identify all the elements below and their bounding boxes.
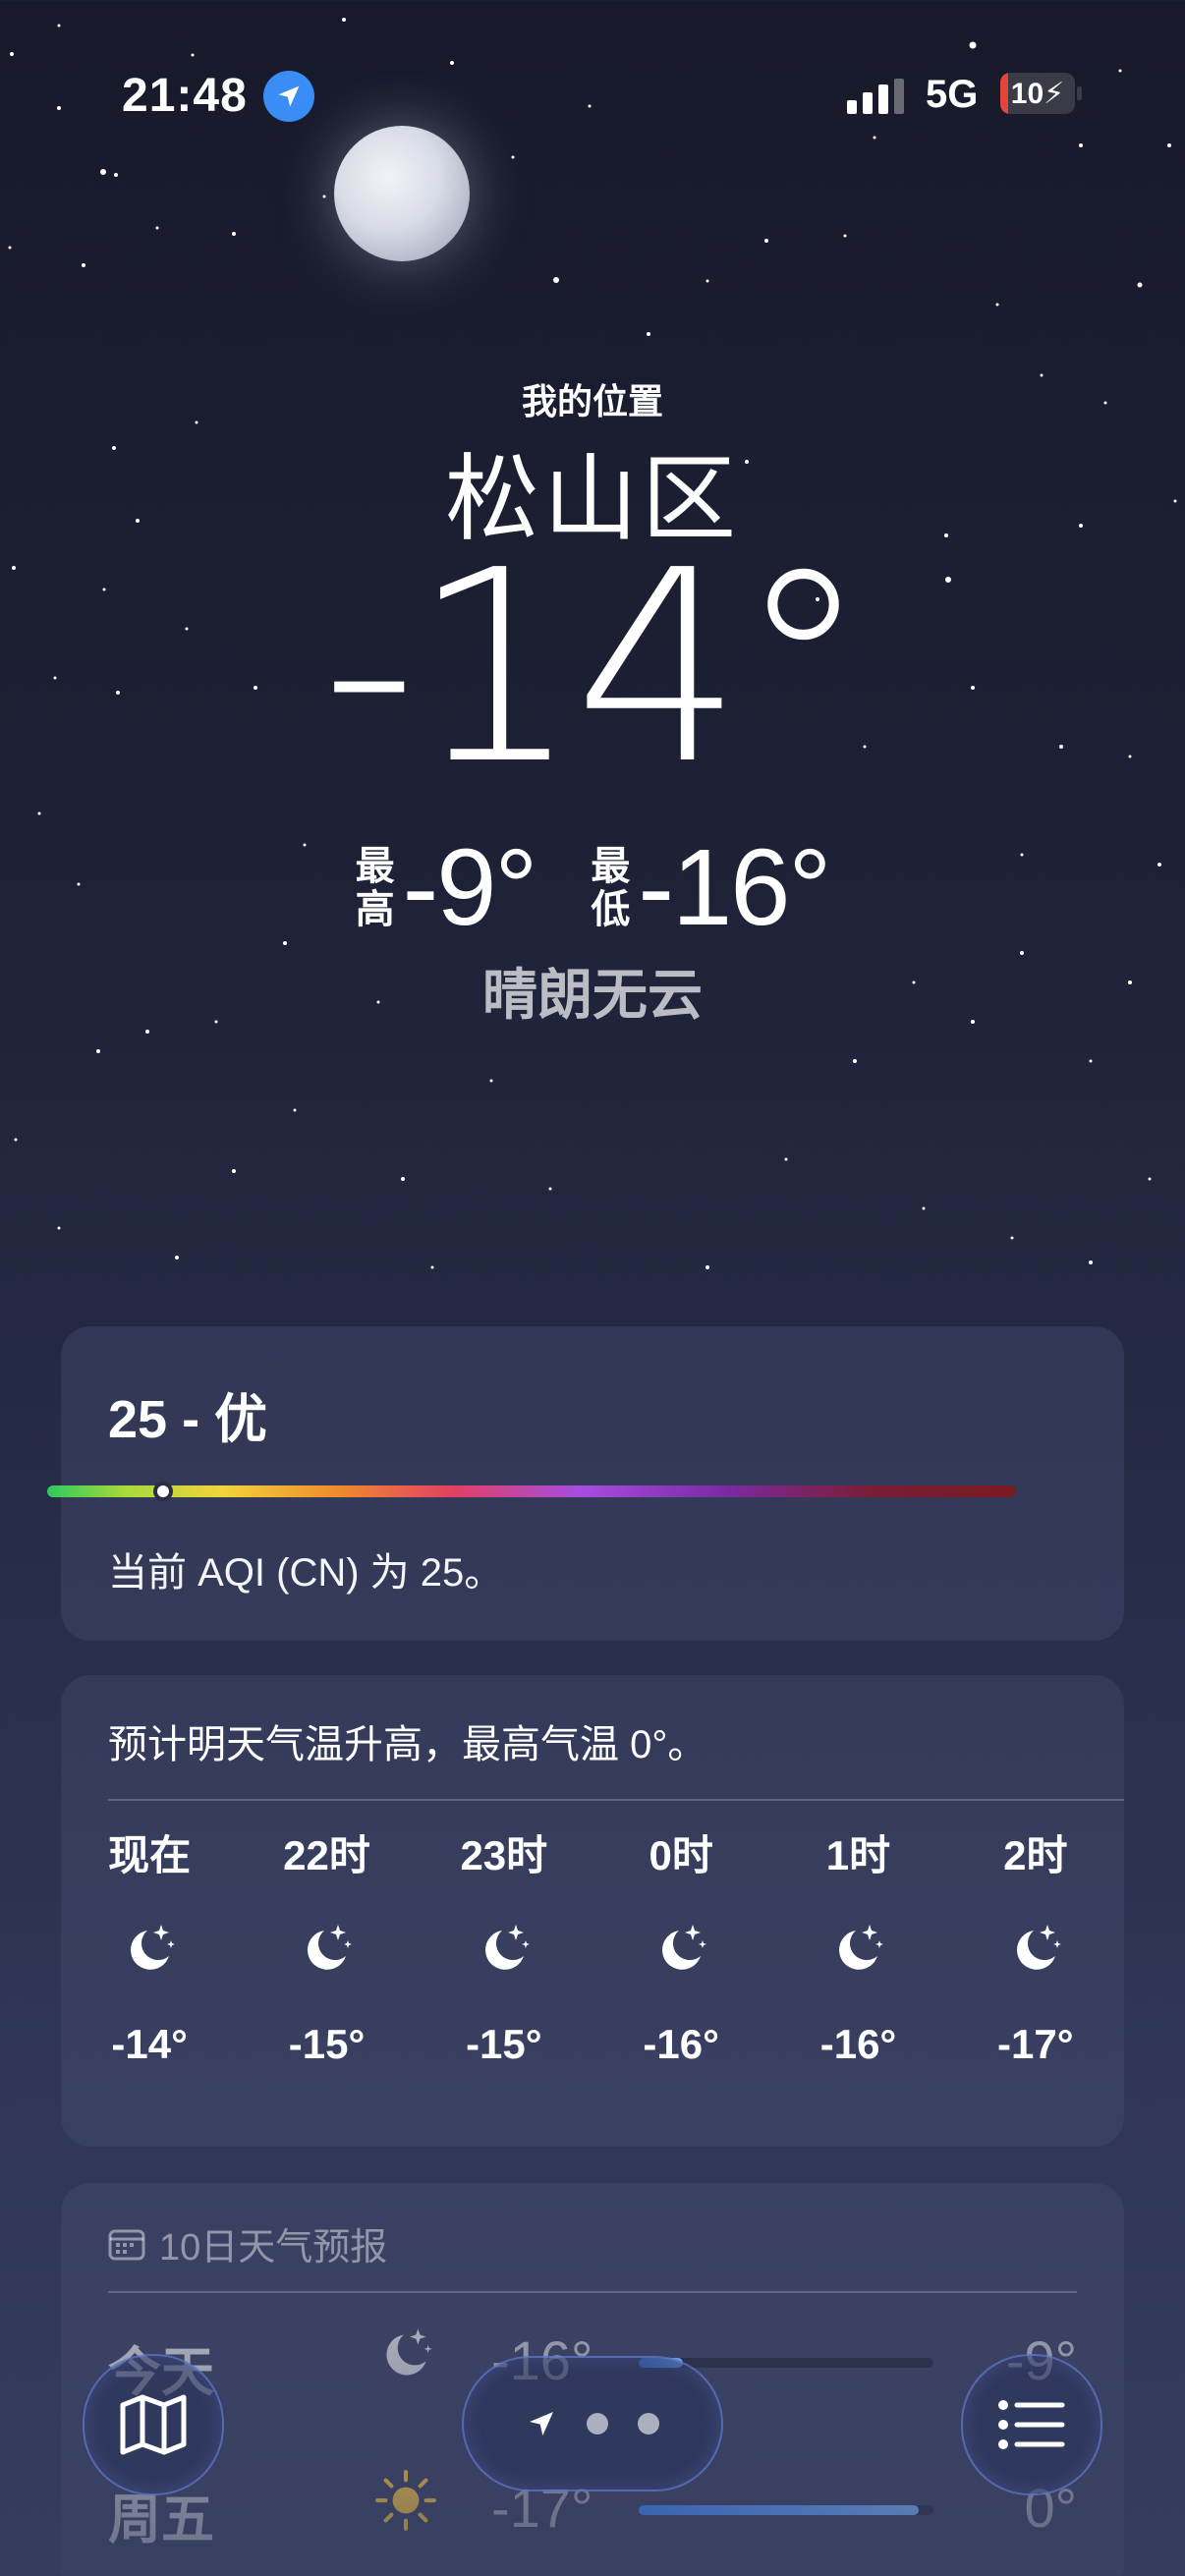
high-low: 最高 -9° 最低 -16° [0,825,1185,950]
aqi-scale-bar [47,1485,1016,1497]
high-value: -9° [402,827,538,948]
aqi-value: 25 - 优 [108,1390,268,1449]
current-temperature: -14° [321,513,870,822]
map-icon [120,2394,187,2455]
status-time: 21:48 [122,70,248,122]
battery-icon: 10⚡ [1000,73,1075,114]
divider [108,2291,1077,2293]
forecast-note: 预计明天气温升高，最高气温 0°。 [108,1723,707,1766]
moon-stars-icon [1004,1909,1067,1988]
hour-item: 0时 -16° [592,1822,769,2068]
status-bar: 21:48 5G 10⚡ [0,0,1185,196]
moon-image [334,126,470,261]
page-dot[interactable] [587,2413,608,2435]
hour-time: 0时 [649,1832,713,1878]
moon-stars-icon [473,1909,536,1988]
calendar-icon [108,2229,145,2260]
signal-icon [847,79,904,114]
map-button[interactable] [83,2354,224,2495]
hour-time: 23时 [460,1832,548,1878]
ten-day-header: 10日天气预报 [108,2216,387,2270]
ten-day-title: 10日天气预报 [159,2227,388,2268]
location-arrow-icon [263,71,314,122]
hour-temperature: -14° [111,2021,188,2067]
hour-time: 22时 [283,1832,370,1878]
hour-temperature: -16° [643,2021,719,2067]
page-dot[interactable] [638,2413,659,2435]
low-label: 最低 [591,844,631,931]
hourly-list[interactable]: 现在 -14° 22时 -15° 23时 -15° 0时 -16° 1时 -16° 2时 -17° [61,1822,1124,2068]
low-temperature: 最低 -16° [591,825,831,950]
hour-item: 2时 -17° [947,1822,1124,2068]
aqi-indicator [153,1482,173,1501]
high-label: 最高 [355,844,395,931]
weather-condition: 晴朗无云 [482,964,703,1026]
page-indicator[interactable] [462,2356,723,2492]
moon-stars-icon [649,1909,712,1988]
air-quality-card[interactable]: 25 - 优 当前 AQI (CN) 为 25。 [61,1326,1124,1641]
hour-item: 1时 -16° [769,1822,946,2068]
hour-temperature: -15° [466,2021,542,2067]
moon-stars-icon [826,1909,889,1988]
moon-stars-icon [118,1909,181,1988]
hourly-forecast-card[interactable]: 预计明天气温升高，最高气温 0°。 现在 -14° 22时 -15° 23时 -15° 0时… [61,1675,1124,2147]
location-arrow-icon[interactable] [526,2408,557,2439]
network-type: 5G [926,73,979,116]
aqi-description: 当前 AQI (CN) 为 25。 [108,1551,504,1595]
battery-tip [1077,86,1082,100]
hour-time: 现在 [108,1832,192,1878]
hour-temperature: -17° [997,2021,1074,2067]
hour-item: 23时 -15° [416,1822,592,2068]
low-value: -16° [638,827,831,948]
hour-item: 22时 -15° [238,1822,415,2068]
battery-level: 10⚡ [1010,77,1065,110]
hour-temperature: -15° [288,2021,366,2067]
hour-temperature: -16° [819,2021,897,2067]
hour-time: 1时 [825,1832,891,1878]
my-location-label: 我的位置 [521,381,663,421]
high-temperature: 最高 -9° [355,825,538,950]
list-icon [998,2400,1065,2449]
moon-stars-icon [295,1909,358,1988]
hour-item: 现在 -14° [61,1822,238,2068]
hour-time: 2时 [1003,1832,1068,1878]
city-list-button[interactable] [961,2354,1102,2495]
battery-fill [1000,73,1008,114]
divider [108,1799,1124,1801]
